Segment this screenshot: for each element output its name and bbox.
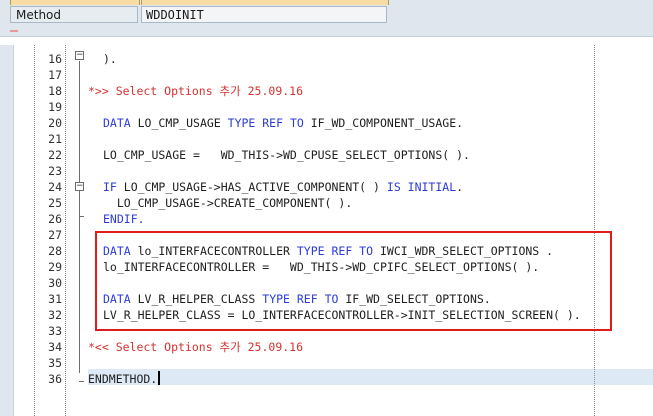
code-text: DATA LO_CMP_USAGE TYPE REF TO IF_WD_COMP… (103, 115, 463, 131)
separator-mark (10, 30, 18, 32)
line-number: 21 (48, 132, 62, 146)
code-text: LO_CMP_USAGE = WD_THIS->WD_CPUSE_SELECT_… (103, 148, 470, 162)
code-line[interactable]: 34 *<< Select Options 추가 25.09.16 (0, 339, 653, 355)
code-line[interactable]: 19 (0, 99, 653, 115)
code-fragment: LO_CMP_USAGE->HAS_ACTIVE_COMPONENT( ) (116, 180, 387, 194)
method-label: Method (10, 6, 138, 23)
code-text: ). (103, 52, 117, 66)
code-line[interactable]: 20 DATA LO_CMP_USAGE TYPE REF TO IF_WD_C… (0, 115, 653, 131)
line-number: 26 (48, 212, 62, 226)
line-number: 34 (48, 340, 62, 354)
code-line[interactable]: 26 ENDIF. (0, 211, 653, 227)
line-number: 20 (48, 116, 62, 130)
header-separator (0, 28, 653, 34)
code-line[interactable]: 23 (0, 163, 653, 179)
code-text: LO_CMP_USAGE->CREATE_COMPONENT( ). (103, 196, 353, 210)
code-keyword-line: ENDIF. (103, 212, 145, 226)
line-number: 32 (48, 308, 62, 322)
keyword: IF (103, 180, 117, 194)
line-number: 24 (48, 180, 62, 194)
line-number: 30 (48, 276, 62, 290)
code-line[interactable]: 35 (0, 355, 653, 371)
code-fragment: IF_WD_COMPONENT_USAGE. (303, 116, 464, 130)
line-number: 22 (48, 148, 62, 162)
code-text: IF LO_CMP_USAGE->HAS_ACTIVE_COMPONENT( )… (103, 179, 463, 195)
code-line[interactable]: 16 ). (0, 51, 653, 67)
code-comment: *>> Select Options 추가 25.09.16 (88, 84, 304, 98)
keyword: DATA (103, 116, 131, 130)
line-number: 16 (48, 52, 62, 66)
line-number: 36 (48, 372, 62, 386)
keyword: IS INITIAL (386, 180, 457, 194)
text-cursor (158, 371, 160, 385)
line-number: 25 (48, 196, 62, 210)
code-comment: *<< Select Options 추가 25.09.16 (88, 340, 304, 354)
code-line[interactable]: 22 LO_CMP_USAGE = WD_THIS->WD_CPUSE_SELE… (0, 147, 653, 163)
highlight-annotation-box (95, 231, 612, 331)
header-row: Method WDDOINIT (0, 5, 653, 25)
code-fragment: . (456, 180, 464, 194)
line-number: 27 (48, 228, 62, 242)
line-number: 17 (48, 68, 62, 82)
header-empty-area (387, 6, 653, 23)
line-number: 35 (48, 356, 62, 370)
line-number: 18 (48, 84, 62, 98)
line-number: 19 (48, 100, 62, 114)
code-line[interactable]: 25 LO_CMP_USAGE->CREATE_COMPONENT( ). (0, 195, 653, 211)
code-line[interactable]: 36 ENDMETHOD. (0, 371, 653, 387)
method-name-field[interactable]: WDDOINIT (141, 6, 387, 23)
code-text: ENDMETHOD. (88, 372, 158, 386)
line-number: 23 (48, 164, 62, 178)
code-line[interactable]: 18 *>> Select Options 추가 25.09.16 (0, 83, 653, 99)
line-number: 29 (48, 260, 62, 274)
line-number: 31 (48, 292, 62, 306)
code-line[interactable]: 24 IF LO_CMP_USAGE->HAS_ACTIVE_COMPONENT… (0, 179, 653, 195)
code-fragment: LO_CMP_USAGE (130, 116, 228, 130)
code-line[interactable]: 17 (0, 67, 653, 83)
line-number: 33 (48, 324, 62, 338)
keyword: TYPE REF TO (227, 116, 304, 130)
code-line[interactable]: 21 (0, 131, 653, 147)
line-number: 28 (48, 244, 62, 258)
